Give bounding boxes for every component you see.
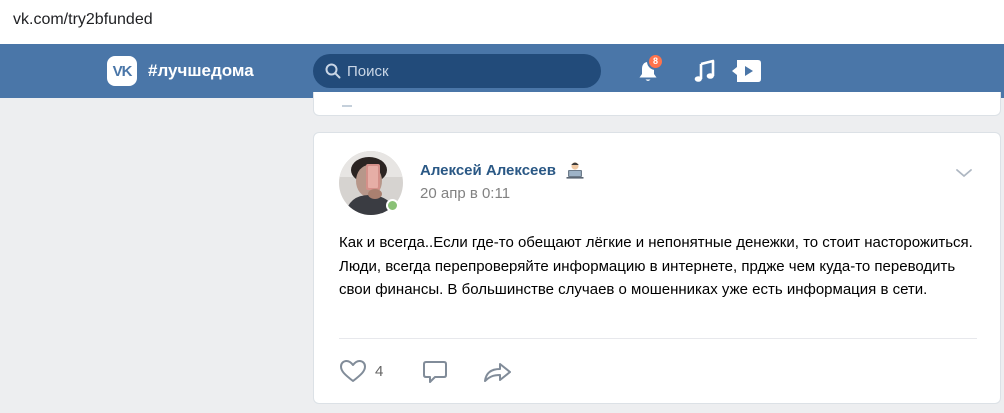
like-count: 4 (375, 362, 384, 380)
search-box[interactable] (313, 54, 601, 88)
hashtag-link[interactable]: #лучшедома (148, 61, 254, 81)
post-card: Алексей Алексеев 20 апр в 0:11 Как и все… (313, 132, 1001, 404)
post-date[interactable]: 20 апр в 0:11 (420, 185, 510, 202)
vk-logo-text: VK (112, 62, 133, 80)
top-header: VK #лучшедома 8 (0, 44, 1004, 98)
technologist-emoji-icon (566, 162, 584, 179)
like-button[interactable]: 4 (339, 359, 383, 383)
search-input[interactable] (347, 61, 587, 81)
url-text[interactable]: vk.com/try2bfunded (13, 11, 153, 29)
address-bar[interactable]: vk.com/try2bfunded (0, 0, 1004, 44)
share-icon[interactable] (482, 359, 514, 385)
divider (342, 105, 352, 107)
divider (339, 338, 977, 339)
notifications-badge: 8 (647, 53, 664, 70)
video-icon[interactable] (731, 58, 763, 84)
author-name[interactable]: Алексей Алексеев (420, 162, 556, 179)
post-text: Как и всегда..Если где-то обещают лёгкие… (339, 234, 973, 298)
comment-icon[interactable] (422, 359, 448, 385)
music-icon[interactable] (694, 59, 716, 83)
previous-post-card (313, 92, 1001, 116)
search-icon (325, 63, 341, 79)
vk-logo[interactable]: VK (107, 56, 137, 86)
chevron-down-icon[interactable] (955, 167, 973, 179)
online-indicator (386, 199, 399, 212)
heart-icon (340, 360, 366, 382)
